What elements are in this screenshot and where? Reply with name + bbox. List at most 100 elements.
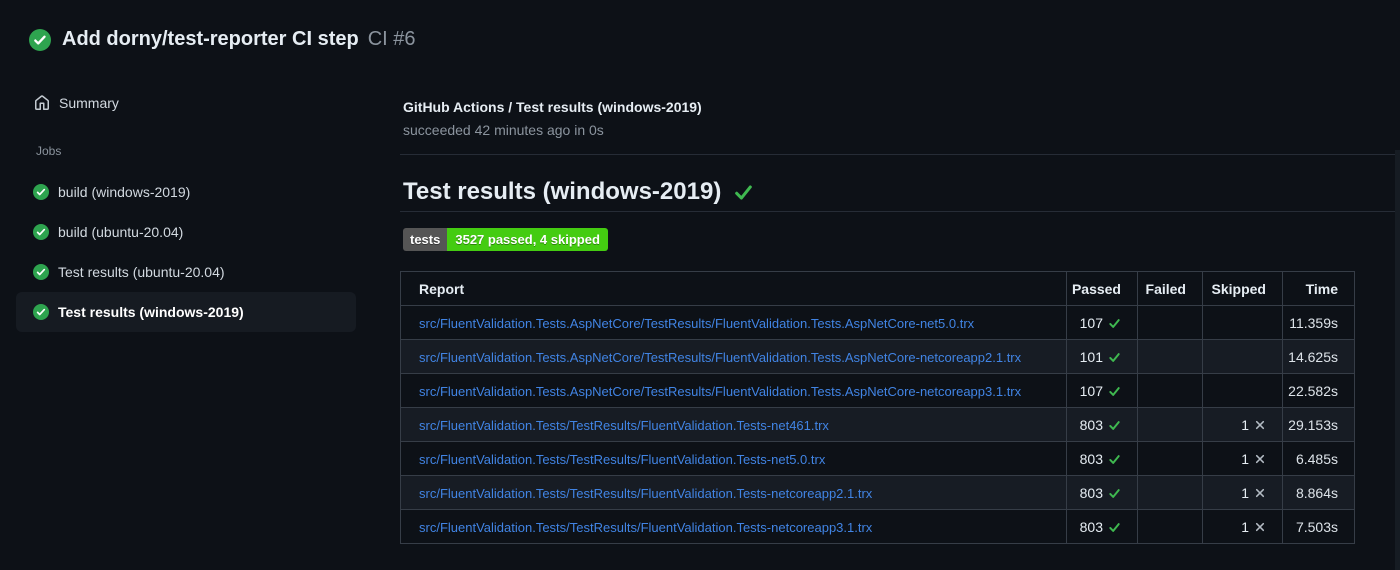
passed-cell: 101 bbox=[1066, 339, 1138, 374]
skipped-cell: 1 bbox=[1202, 475, 1283, 510]
passed-number: 101 bbox=[1079, 349, 1103, 366]
check-icon bbox=[1108, 453, 1121, 466]
sidebar-job-4[interactable]: Test results (windows-2019) bbox=[16, 292, 356, 332]
job-label: build (windows-2019) bbox=[58, 184, 191, 200]
passed-number: 803 bbox=[1079, 417, 1103, 434]
passed-number: 803 bbox=[1079, 485, 1103, 502]
run-title-group: Add dorny/test-reporter CI step CI #6 bbox=[62, 28, 416, 51]
check-icon bbox=[733, 182, 754, 203]
skipped-number: 1 bbox=[1241, 485, 1249, 502]
report-link[interactable]: src/FluentValidation.Tests/TestResults/F… bbox=[419, 418, 829, 433]
skipped-count: 1 bbox=[1241, 451, 1266, 467]
column-header-report: Report bbox=[400, 271, 1067, 306]
section-title: Test results (windows-2019) bbox=[403, 178, 722, 205]
skipped-number: 1 bbox=[1241, 417, 1249, 434]
check-circle-icon bbox=[33, 224, 49, 240]
passed-cell: 803 bbox=[1066, 407, 1138, 442]
sidebar-job-2[interactable]: build (ubuntu-20.04) bbox=[16, 212, 356, 252]
skipped-count: 1 bbox=[1241, 519, 1266, 535]
run-header: Add dorny/test-reporter CI step CI #6 bbox=[29, 28, 416, 51]
check-circle-icon bbox=[33, 184, 49, 200]
passed-number: 107 bbox=[1079, 383, 1103, 400]
skipped-cell bbox=[1202, 339, 1283, 374]
passed-count: 803 bbox=[1080, 485, 1121, 501]
time-cell: 6.485s bbox=[1282, 441, 1355, 476]
check-icon bbox=[1108, 385, 1121, 398]
badge-label: tests bbox=[403, 228, 448, 251]
table-row: src/FluentValidation.Tests/TestResults/F… bbox=[400, 475, 1355, 510]
report-cell: src/FluentValidation.Tests/TestResults/F… bbox=[400, 509, 1067, 544]
table-row: src/FluentValidation.Tests.AspNetCore/Te… bbox=[400, 339, 1355, 374]
report-cell: src/FluentValidation.Tests/TestResults/F… bbox=[400, 407, 1067, 442]
report-link[interactable]: src/FluentValidation.Tests.AspNetCore/Te… bbox=[419, 350, 1021, 365]
job-label: build (ubuntu-20.04) bbox=[58, 224, 184, 240]
check-circle-icon bbox=[29, 28, 51, 51]
table-row: src/FluentValidation.Tests/TestResults/F… bbox=[400, 407, 1355, 442]
column-header-passed: Passed bbox=[1066, 271, 1138, 306]
passed-cell: 803 bbox=[1066, 475, 1138, 510]
sidebar-item-summary[interactable]: Summary bbox=[34, 95, 119, 111]
passed-cell: 107 bbox=[1066, 373, 1138, 408]
badge-value: 3527 passed, 4 skipped bbox=[447, 228, 608, 251]
table-header-row: Report Passed Failed Skipped Time bbox=[400, 271, 1355, 306]
run-title: Add dorny/test-reporter CI step bbox=[62, 28, 359, 50]
sidebar-job-3[interactable]: Test results (ubuntu-20.04) bbox=[16, 252, 356, 292]
passed-count: 101 bbox=[1080, 349, 1121, 365]
time-cell: 7.503s bbox=[1282, 509, 1355, 544]
x-icon bbox=[1254, 419, 1266, 431]
tests-badge: tests 3527 passed, 4 skipped bbox=[403, 228, 608, 251]
failed-cell bbox=[1137, 509, 1203, 544]
passed-cell: 803 bbox=[1066, 441, 1138, 476]
skipped-cell bbox=[1202, 373, 1283, 408]
section-heading: Test results (windows-2019) bbox=[403, 178, 754, 206]
scrollbar[interactable] bbox=[1395, 150, 1400, 570]
skipped-cell: 1 bbox=[1202, 509, 1283, 544]
check-circle-icon bbox=[33, 264, 49, 280]
skipped-number: 1 bbox=[1241, 519, 1249, 536]
report-cell: src/FluentValidation.Tests.AspNetCore/Te… bbox=[400, 339, 1067, 374]
report-link[interactable]: src/FluentValidation.Tests.AspNetCore/Te… bbox=[419, 316, 974, 331]
skipped-count: 1 bbox=[1241, 417, 1266, 433]
job-label: Test results (windows-2019) bbox=[58, 304, 244, 320]
skipped-number: 1 bbox=[1241, 451, 1249, 468]
report-link[interactable]: src/FluentValidation.Tests/TestResults/F… bbox=[419, 486, 872, 501]
column-header-skipped: Skipped bbox=[1202, 271, 1283, 306]
job-label: Test results (ubuntu-20.04) bbox=[58, 264, 225, 280]
time-cell: 22.582s bbox=[1282, 373, 1355, 408]
failed-cell bbox=[1137, 305, 1203, 340]
passed-count: 107 bbox=[1080, 315, 1121, 331]
skipped-count: 1 bbox=[1241, 485, 1266, 501]
passed-count: 107 bbox=[1080, 383, 1121, 399]
report-link[interactable]: src/FluentValidation.Tests/TestResults/F… bbox=[419, 452, 825, 467]
x-icon bbox=[1254, 521, 1266, 533]
skipped-cell: 1 bbox=[1202, 441, 1283, 476]
check-run-title: GitHub Actions / Test results (windows-2… bbox=[403, 99, 702, 115]
run-number: CI #6 bbox=[367, 28, 416, 50]
passed-count: 803 bbox=[1080, 417, 1121, 433]
divider bbox=[400, 154, 1395, 155]
divider bbox=[400, 211, 1395, 212]
time-cell: 11.359s bbox=[1282, 305, 1355, 340]
failed-cell bbox=[1137, 475, 1203, 510]
report-link[interactable]: src/FluentValidation.Tests.AspNetCore/Te… bbox=[419, 384, 1021, 399]
report-link[interactable]: src/FluentValidation.Tests/TestResults/F… bbox=[419, 520, 872, 535]
sidebar-job-1[interactable]: build (windows-2019) bbox=[16, 172, 356, 212]
passed-cell: 107 bbox=[1066, 305, 1138, 340]
passed-number: 803 bbox=[1079, 451, 1103, 468]
table-row: src/FluentValidation.Tests.AspNetCore/Te… bbox=[400, 305, 1355, 340]
report-cell: src/FluentValidation.Tests.AspNetCore/Te… bbox=[400, 305, 1067, 340]
column-header-time: Time bbox=[1282, 271, 1355, 306]
column-header-failed: Failed bbox=[1137, 271, 1203, 306]
table-row: src/FluentValidation.Tests/TestResults/F… bbox=[400, 509, 1355, 544]
passed-number: 107 bbox=[1079, 315, 1103, 332]
report-cell: src/FluentValidation.Tests/TestResults/F… bbox=[400, 441, 1067, 476]
time-cell: 29.153s bbox=[1282, 407, 1355, 442]
job-list: build (windows-2019) build (ubuntu-20.04)… bbox=[16, 172, 356, 332]
failed-cell bbox=[1137, 339, 1203, 374]
check-icon bbox=[1108, 351, 1121, 364]
time-cell: 14.625s bbox=[1282, 339, 1355, 374]
table-row: src/FluentValidation.Tests.AspNetCore/Te… bbox=[400, 373, 1355, 408]
passed-count: 803 bbox=[1080, 519, 1121, 535]
report-cell: src/FluentValidation.Tests/TestResults/F… bbox=[400, 475, 1067, 510]
failed-cell bbox=[1137, 373, 1203, 408]
